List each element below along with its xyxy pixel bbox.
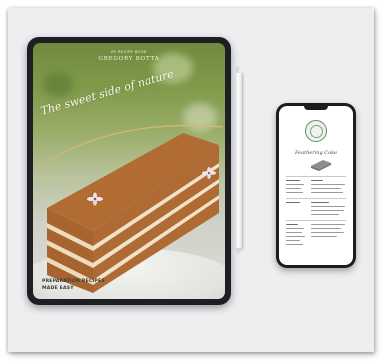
text-line (311, 188, 341, 190)
text-line (286, 180, 300, 182)
text-line (286, 192, 303, 194)
divider (286, 220, 346, 221)
phone-notch (304, 106, 328, 110)
text-line (311, 210, 344, 212)
text-line (286, 240, 300, 242)
text-line (286, 224, 298, 226)
text-line (311, 180, 323, 182)
divider (286, 198, 346, 199)
divider (286, 176, 346, 177)
text-line (286, 184, 304, 186)
text-line (311, 206, 345, 208)
leaf-badge-icon (305, 120, 327, 142)
text-line (286, 188, 301, 190)
author-line: BY RECIPE BOOK (111, 50, 147, 54)
text-line (311, 214, 339, 216)
phone-recipe-title: Feathering Cake (294, 150, 338, 156)
text-line (311, 192, 343, 194)
text-line (286, 228, 304, 230)
cover-footer-line-1: PREPARATION RECIPES (42, 279, 105, 284)
text-line (286, 202, 300, 204)
cover-footer-line-2: MADE EASY (42, 286, 74, 291)
text-line (311, 202, 329, 204)
tablet-screen: BY RECIPE BOOK GREGORY BOTTA The sweet s… (33, 43, 225, 299)
text-line (311, 232, 344, 234)
phone-device: Feathering Cake (276, 103, 356, 268)
text-line (311, 228, 341, 230)
text-line (311, 224, 345, 226)
tablet-device: BY RECIPE BOOK GREGORY BOTTA The sweet s… (27, 37, 231, 305)
stylus-tip (235, 248, 241, 255)
phone-screen: Feathering Cake (279, 106, 353, 265)
text-line (286, 236, 305, 238)
text-line (286, 244, 303, 246)
text-line (311, 236, 337, 238)
honey-cake-image (47, 133, 219, 293)
mini-cake-illustration (311, 160, 331, 171)
text-line (311, 184, 345, 186)
stylus-pencil (235, 66, 242, 255)
text-line (286, 232, 302, 234)
